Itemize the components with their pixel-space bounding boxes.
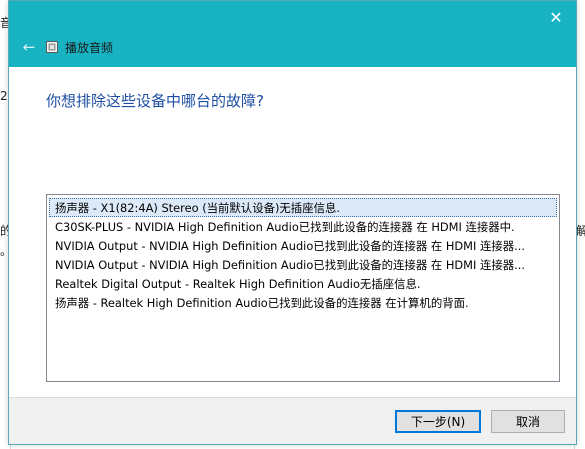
device-list-item[interactable]: NVIDIA Output - NVIDIA High Definition A… (49, 236, 557, 255)
back-button[interactable]: ← (19, 38, 39, 56)
device-list-item[interactable]: NVIDIA Output - NVIDIA High Definition A… (49, 255, 557, 274)
device-list-item[interactable]: C30SK-PLUS - NVIDIA High Definition Audi… (49, 217, 557, 236)
close-icon: ✕ (549, 7, 563, 27)
device-list-item[interactable]: 扬声器 - X1(82:4A) Stereo (当前默认设备)无插座信息. (49, 198, 557, 217)
next-button[interactable]: 下一步(N) (395, 410, 481, 433)
troubleshooter-dialog: ✕ ← 播放音频 你想排除这些设备中哪台的故障? 扬声器 - X1(82:4A)… (8, 0, 577, 445)
device-list-item[interactable]: Realtek Digital Output - Realtek High De… (49, 274, 557, 293)
title-bar: ✕ ← 播放音频 (9, 1, 576, 67)
device-list[interactable]: 扬声器 - X1(82:4A) Stereo (当前默认设备)无插座信息. C3… (46, 194, 560, 382)
back-arrow-icon: ← (22, 38, 36, 56)
dialog-title: 播放音频 (65, 41, 114, 55)
cancel-button[interactable]: 取消 (491, 410, 565, 433)
device-list-item[interactable]: 扬声器 - Realtek High Definition Audio已找到此设… (49, 293, 557, 312)
close-button[interactable]: ✕ (542, 5, 570, 29)
troubleshooter-icon (46, 41, 58, 53)
dialog-question: 你想排除这些设备中哪台的故障? (46, 92, 264, 110)
background-text-fragment: 解 (576, 224, 585, 238)
dialog-footer: 下一步(N) 取消 (9, 397, 576, 444)
